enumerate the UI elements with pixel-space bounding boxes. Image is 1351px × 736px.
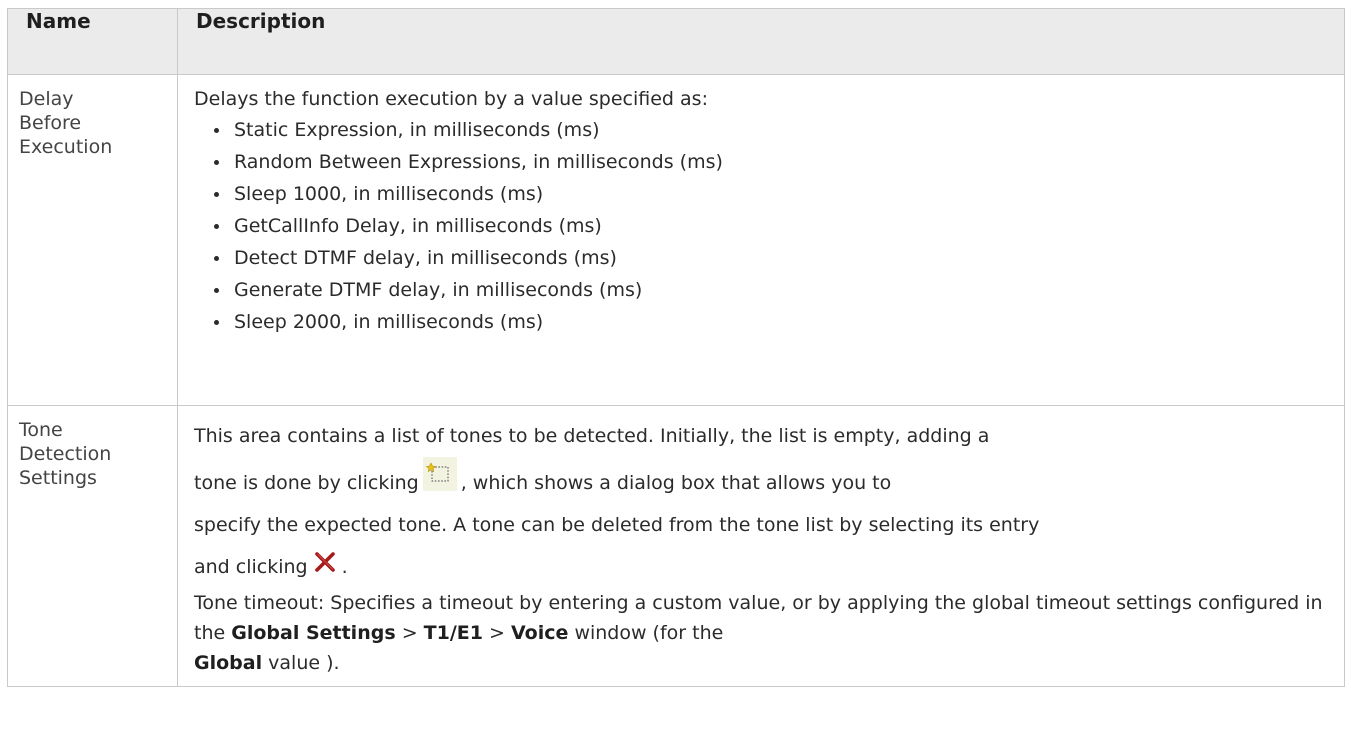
parameter-name-line: Detection xyxy=(19,443,112,465)
parameter-name-line: Delay xyxy=(19,88,74,110)
delay-option-list: Static Expression, in milliseconds (ms) … xyxy=(194,114,1334,338)
list-item: Sleep 1000, in milliseconds (ms) xyxy=(214,178,1334,210)
table-row: Tone Detection Settings This area contai… xyxy=(7,405,1345,687)
list-item: Random Between Expressions, in milliseco… xyxy=(214,146,1334,178)
list-item: GetCallInfo Delay, in milliseconds (ms) xyxy=(214,210,1334,242)
description-column-header: Description xyxy=(177,8,1345,75)
table-row: Delay Before Execution Delays the functi… xyxy=(7,74,1345,406)
name-column-header: Name xyxy=(7,8,178,75)
timeout-text: window (for the xyxy=(574,622,724,644)
parameter-description-cell: Delays the function execution by a value… xyxy=(177,74,1345,406)
parameter-name-cell: Delay Before Execution xyxy=(7,74,178,406)
timeout-text: value ). xyxy=(268,652,340,674)
tone-text-fragment: . xyxy=(341,556,348,578)
list-item: Detect DTMF delay, in milliseconds (ms) xyxy=(214,242,1334,274)
tone-text-fragment: and clicking xyxy=(194,556,308,578)
description-intro: Delays the function execution by a value… xyxy=(194,88,708,110)
parameter-name-cell: Tone Detection Settings xyxy=(7,405,178,687)
path-separator: > xyxy=(489,622,505,644)
parameter-description-cell: This area contains a list of tones to be… xyxy=(177,405,1345,687)
voice-label: Voice xyxy=(511,622,569,644)
parameter-name-line: Tone xyxy=(19,419,63,441)
list-item: Sleep 2000, in milliseconds (ms) xyxy=(214,306,1334,338)
tone-text-line: This area contains a list of tones to be… xyxy=(194,425,990,447)
new-item-icon[interactable] xyxy=(422,457,457,491)
t1e1-label: T1/E1 xyxy=(423,622,483,644)
parameter-name-line: Execution xyxy=(19,136,113,158)
path-separator: > xyxy=(401,622,418,644)
tone-list-paragraph: This area contains a list of tones to be… xyxy=(194,415,1334,588)
tone-text-fragment: , which shows a dialog box that allows y… xyxy=(460,472,892,494)
table-header-row: Name Description xyxy=(7,8,1345,75)
list-item: Generate DTMF delay, in milliseconds (ms… xyxy=(214,274,1334,306)
list-item: Static Expression, in milliseconds (ms) xyxy=(214,114,1334,146)
global-label: Global xyxy=(194,652,263,674)
delete-x-icon[interactable] xyxy=(312,549,338,575)
parameter-name-line: Settings xyxy=(19,467,97,489)
tone-timeout-paragraph: Tone timeout: Specifies a timeout by ent… xyxy=(194,588,1334,678)
parameter-name-line: Before xyxy=(19,112,82,134)
global-settings-label: Global Settings xyxy=(231,622,396,644)
tone-text-fragment: tone is done by clicking xyxy=(194,472,419,494)
tone-text-line: specify the expected tone. A tone can be… xyxy=(194,514,1040,536)
parameter-table: Name Description Delay Before Execution … xyxy=(7,8,1345,687)
